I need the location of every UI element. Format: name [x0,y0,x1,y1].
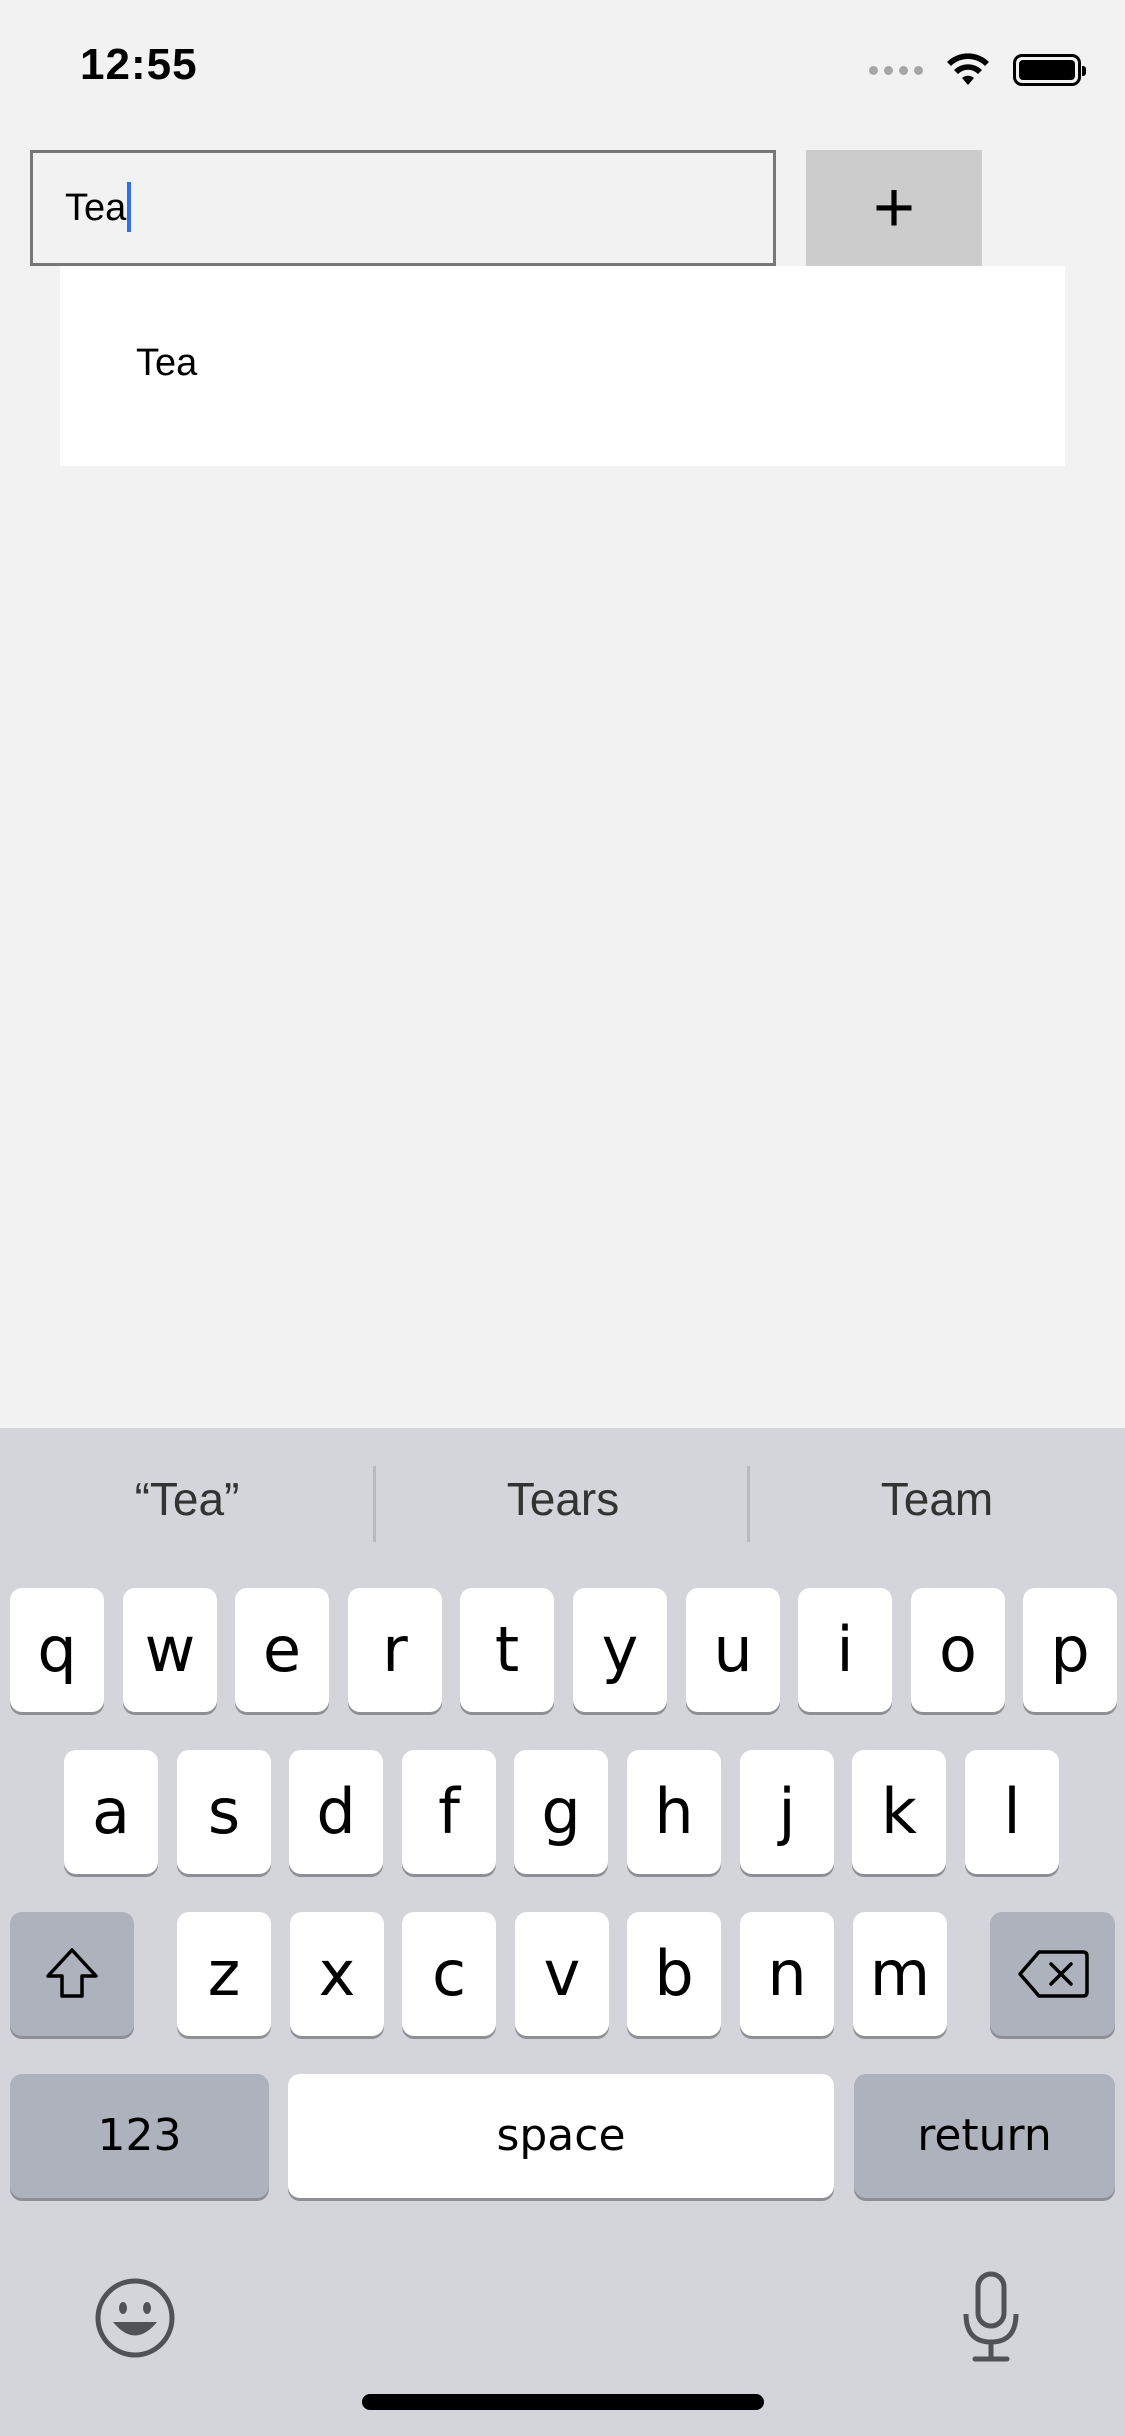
emoji-icon[interactable] [94,2277,176,2359]
backspace-icon [1017,1950,1089,1998]
suggestion-list: Tea [60,266,1065,466]
space-key[interactable]: space [288,2074,834,2198]
signal-icon [869,65,923,75]
key-g[interactable]: g [514,1750,608,1874]
key-i[interactable]: i [798,1588,892,1712]
item-input[interactable]: Tea [30,150,776,266]
key-u[interactable]: u [686,1588,780,1712]
key-x[interactable]: x [290,1912,384,2036]
key-r[interactable]: r [348,1588,442,1712]
key-a[interactable]: a [64,1750,158,1874]
key-o[interactable]: o [911,1588,1005,1712]
status-time: 12:55 [80,40,198,89]
battery-icon [1013,54,1086,86]
microphone-icon[interactable] [960,2270,1022,2364]
backspace-key[interactable] [990,1912,1115,2036]
shift-key[interactable] [10,1912,134,2036]
key-b[interactable]: b [627,1912,721,2036]
key-s[interactable]: s [177,1750,271,1874]
prediction-1[interactable]: “Tea” [0,1472,374,1526]
keyboard: “Tea” Tears Team qwertyuiop asdfghjkl zx… [0,1428,1125,2436]
shift-icon [46,1948,98,1998]
predictive-bar: “Tea” Tears Team [0,1428,1125,1588]
key-l[interactable]: l [965,1750,1059,1874]
input-value: Tea [65,187,127,229]
key-e[interactable]: e [235,1588,329,1712]
key-n[interactable]: n [740,1912,834,2036]
key-v[interactable]: v [515,1912,609,2036]
key-m[interactable]: m [853,1912,947,2036]
key-c[interactable]: c [402,1912,496,2036]
key-d[interactable]: d [289,1750,383,1874]
key-k[interactable]: k [852,1750,946,1874]
key-h[interactable]: h [627,1750,721,1874]
numbers-key[interactable]: 123 [10,2074,269,2198]
key-t[interactable]: t [460,1588,554,1712]
wifi-icon [947,53,989,85]
prediction-2[interactable]: Tears [376,1472,750,1526]
key-f[interactable]: f [402,1750,496,1874]
key-j[interactable]: j [740,1750,834,1874]
text-caret [127,181,132,232]
key-w[interactable]: w [123,1588,217,1712]
home-indicator [362,2394,764,2410]
prediction-3[interactable]: Team [750,1472,1124,1526]
suggestion-item[interactable]: Tea [136,342,197,385]
key-p[interactable]: p [1023,1588,1117,1712]
return-key[interactable]: return [854,2074,1115,2198]
key-y[interactable]: y [573,1588,667,1712]
status-icons [869,50,1086,90]
add-button[interactable]: + [806,150,982,266]
key-q[interactable]: q [10,1588,104,1712]
key-z[interactable]: z [177,1912,271,2036]
